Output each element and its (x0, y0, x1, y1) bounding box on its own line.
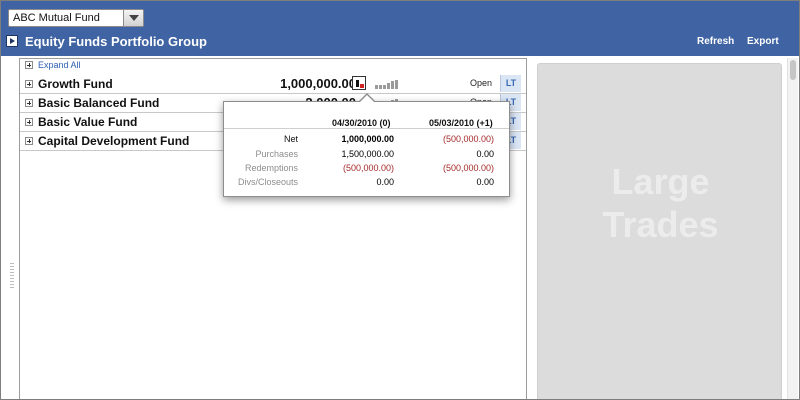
table-cell: 1,500,000.00 (341, 149, 394, 159)
bar-mini-chart-icon (375, 80, 401, 89)
row-label: Divs/Closeouts (237, 177, 298, 187)
row-label: Redemptions (244, 163, 298, 173)
table-cell: 1,000,000.00 (341, 134, 394, 144)
fund-name: Basic Balanced Fund (38, 96, 160, 110)
fund-name: Growth Fund (38, 77, 113, 91)
export-button[interactable]: Export (747, 36, 779, 47)
scrollbar-thumb[interactable] (790, 60, 796, 80)
plus-icon[interactable] (25, 118, 33, 126)
fund-status: Open (470, 78, 493, 88)
header-bar: ABC Mutual Fund Equity Funds Portfolio G… (1, 1, 799, 56)
resize-grip-icon[interactable] (10, 263, 14, 289)
page-title: Equity Funds Portfolio Group (25, 34, 207, 49)
fund-name: Basic Value Fund (38, 115, 138, 129)
fund-amount: 1,000,000.00 (280, 76, 356, 91)
plus-icon[interactable] (25, 80, 33, 88)
divider (224, 128, 509, 129)
table-cell: (500,000.00) (442, 134, 494, 144)
app-frame: ABC Mutual Fund Equity Funds Portfolio G… (0, 0, 800, 400)
fund-name: Capital Development Fund (38, 134, 190, 148)
large-trades-title-line1: Large (611, 161, 710, 202)
row-label: Net (283, 134, 298, 144)
fund-row[interactable]: Growth Fund 1,000,000.00 Open LT (20, 75, 526, 94)
table-cell: 0.00 (476, 177, 494, 187)
plus-icon (25, 61, 33, 69)
chevron-down-icon[interactable] (123, 10, 143, 26)
fund-select-value: ABC Mutual Fund (13, 12, 100, 24)
play-icon[interactable] (6, 35, 18, 47)
table-cell: 0.00 (376, 177, 394, 187)
plus-icon[interactable] (25, 99, 33, 107)
large-trades-title: Large Trades (538, 160, 783, 246)
large-trades-panel: Large Trades (537, 63, 783, 399)
refresh-button[interactable]: Refresh (697, 36, 734, 47)
table-cell: 0.00 (476, 149, 494, 159)
column-header: 04/30/2010 (0) (332, 118, 391, 128)
table-cell: (500,000.00) (442, 163, 494, 173)
row-label: Purchases (255, 149, 298, 159)
expand-all-label: Expand All (38, 60, 81, 70)
column-header: 05/03/2010 (+1) (429, 118, 493, 128)
vertical-scrollbar[interactable] (787, 58, 798, 399)
sparkline-icon[interactable] (352, 76, 366, 90)
large-trades-title-line2: Trades (602, 204, 719, 245)
table-cell: (500,000.00) (342, 163, 394, 173)
fund-detail-popover: 04/30/2010 (0) 05/03/2010 (+1) Net 1,000… (223, 93, 510, 197)
plus-icon[interactable] (25, 137, 33, 145)
lt-button[interactable]: LT (500, 75, 521, 92)
fund-select[interactable]: ABC Mutual Fund (8, 9, 144, 27)
